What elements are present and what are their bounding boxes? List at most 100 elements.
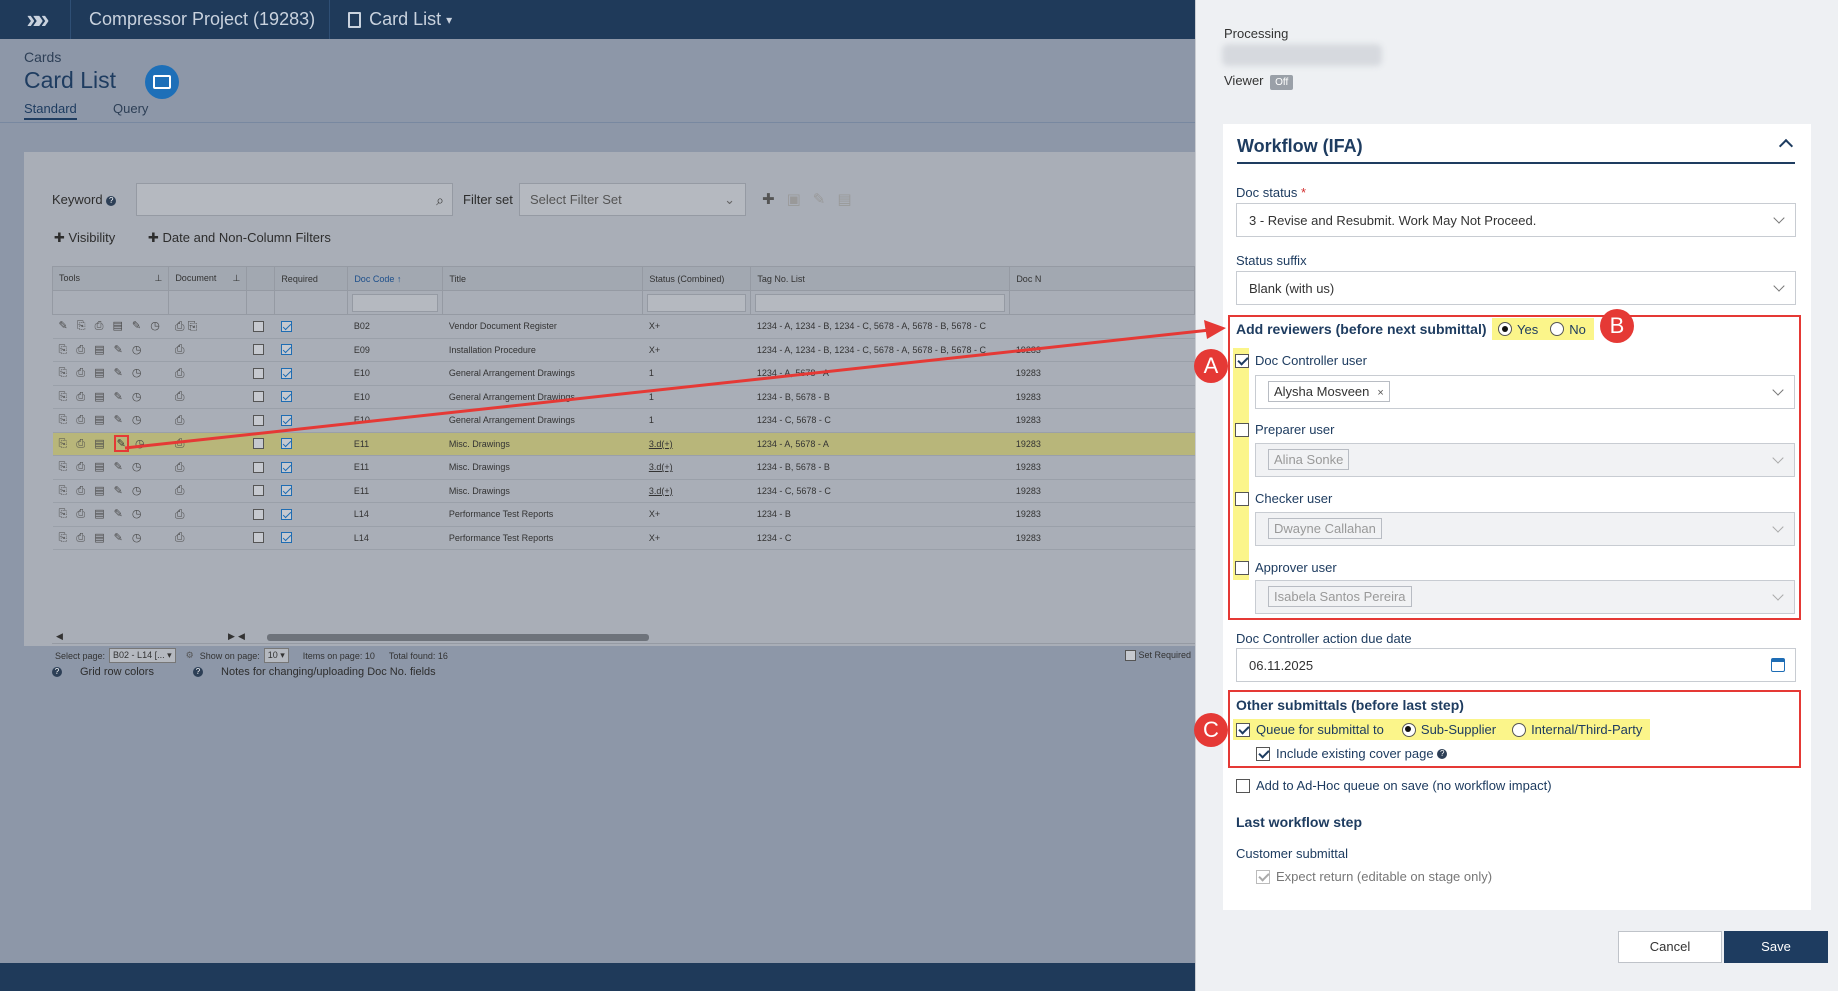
- row-select-checkbox[interactable]: [246, 385, 275, 409]
- row-required-checkbox[interactable]: [274, 385, 348, 409]
- sub-supplier-radio[interactable]: [1401, 722, 1416, 737]
- row-document-icon[interactable]: ⎙: [168, 502, 247, 527]
- row-required-checkbox[interactable]: [274, 408, 348, 433]
- calendar-icon[interactable]: [1771, 658, 1785, 672]
- row-tools[interactable]: ⎘ ⎙ ▤ ✎ ◷: [52, 361, 169, 386]
- col-status[interactable]: Status (Combined): [642, 266, 752, 291]
- add-icon[interactable]: ✚: [762, 191, 787, 208]
- breadcrumb-view[interactable]: Card List ▾: [329, 0, 466, 39]
- row-status[interactable]: 3.d(+): [642, 432, 751, 456]
- table-row[interactable]: ⎘ ⎙ ▤ ✎ ◷ ⎙ E09 Installation Procedure X+ 123…: [52, 338, 1195, 362]
- row-select-checkbox[interactable]: [246, 338, 275, 362]
- delete-icon[interactable]: ▤: [837, 191, 863, 208]
- row-select-checkbox[interactable]: [246, 455, 275, 480]
- row-select-checkbox[interactable]: [246, 502, 275, 527]
- due-date-input[interactable]: 06.11.2025: [1236, 648, 1796, 682]
- col-document[interactable]: Document ⊥: [168, 266, 248, 291]
- help-book-icon[interactable]: [145, 65, 179, 99]
- row-select-checkbox[interactable]: [246, 408, 275, 433]
- row-select-checkbox[interactable]: [246, 526, 275, 550]
- status-filter[interactable]: [647, 293, 747, 312]
- approver-checkbox[interactable]: Approver user: [1235, 560, 1337, 575]
- row-required-checkbox[interactable]: [274, 338, 348, 362]
- help-icon[interactable]: ?: [1437, 748, 1448, 759]
- edit-icon[interactable]: ✎: [813, 191, 838, 208]
- row-tools[interactable]: ✎ ⎘ ⎙ ▤ ✎ ◷: [52, 314, 169, 339]
- row-required-checkbox[interactable]: [274, 479, 348, 503]
- search-icon[interactable]: ⌕: [436, 192, 444, 209]
- row-tools[interactable]: ⎘ ⎙ ▤ ✎ ◷: [52, 479, 169, 503]
- doc-controller-checkbox[interactable]: Doc Controller user: [1235, 353, 1367, 368]
- row-tools[interactable]: ⎘ ⎙ ▤ ✎ ◷: [52, 338, 169, 362]
- breadcrumb-project[interactable]: Compressor Project (19283): [70, 0, 329, 39]
- table-row[interactable]: ⎘ ⎙ ▤ ✎ ◷ ⎙ E10 General Arrangement Drawing…: [52, 385, 1195, 409]
- row-select-checkbox[interactable]: [246, 361, 275, 386]
- viewer-toggle[interactable]: Viewer Off: [1224, 73, 1294, 90]
- set-required-toggle[interactable]: Set Required: [1124, 650, 1191, 662]
- doc-no-notes-link[interactable]: ? Notes for changing/uploading Doc No. fi…: [193, 666, 454, 678]
- row-select-checkbox[interactable]: [246, 479, 275, 503]
- settings-icon[interactable]: ⚙: [186, 650, 194, 661]
- status-suffix-select[interactable]: Blank (with us): [1236, 271, 1796, 305]
- row-document-icon[interactable]: ⎙: [168, 455, 247, 480]
- doc-code-filter[interactable]: [352, 293, 439, 312]
- row-required-checkbox[interactable]: [274, 502, 348, 527]
- horizontal-scrollbar[interactable]: ◀ ▶ ◀: [52, 631, 1195, 643]
- select-page-dropdown[interactable]: B02 - L14 [... ▾: [109, 648, 176, 663]
- row-tools[interactable]: ⎘ ⎙ ▤ ✎ ◷: [52, 502, 169, 527]
- cancel-button[interactable]: Cancel: [1618, 931, 1722, 963]
- row-document-icon[interactable]: ⎙: [168, 385, 247, 409]
- col-select[interactable]: [246, 266, 276, 291]
- scroll-thumb[interactable]: [267, 634, 649, 641]
- include-cover-checkbox[interactable]: Include existing cover page ?: [1256, 746, 1451, 761]
- col-title[interactable]: Title: [442, 266, 644, 291]
- row-select-checkbox[interactable]: [246, 432, 275, 456]
- row-document-icon[interactable]: ⎙: [168, 526, 247, 550]
- row-tools[interactable]: ⎘ ⎙ ▤ ✎ ◷: [52, 385, 169, 409]
- table-row[interactable]: ⎘ ⎙ ▤ ✎ ◷ ⎙ E11 Misc. Drawings 3.d(+) 1234 - …: [52, 479, 1195, 503]
- tab-query[interactable]: Query: [113, 101, 148, 116]
- reviewers-no-radio[interactable]: [1550, 322, 1565, 336]
- collapse-caret-icon[interactable]: [1778, 138, 1794, 154]
- row-required-checkbox[interactable]: [274, 361, 348, 386]
- save-button[interactable]: Save: [1724, 931, 1828, 963]
- row-required-checkbox[interactable]: [274, 526, 348, 550]
- edit-pencil-icon[interactable]: ✎: [113, 435, 129, 453]
- remove-chip-icon[interactable]: ×: [1377, 387, 1383, 399]
- doc-controller-select[interactable]: Alysha Mosveen ×: [1255, 375, 1795, 409]
- visibility-button[interactable]: ✚ Visibility: [54, 230, 115, 246]
- row-tools[interactable]: ⎘ ⎙ ▤ ✎ ◷: [52, 526, 169, 550]
- col-tools[interactable]: Tools ⊥: [51, 266, 170, 291]
- queue-submittal-checkbox[interactable]: [1236, 722, 1250, 737]
- adhoc-checkbox[interactable]: Add to Ad-Hoc queue on save (no workflow…: [1236, 778, 1552, 793]
- row-tools[interactable]: ⎘ ⎙ ▤ ✎ ◷: [52, 432, 169, 456]
- row-status[interactable]: 3.d(+): [642, 479, 751, 503]
- row-document-icon[interactable]: ⎙: [168, 338, 247, 362]
- keyword-input[interactable]: ⌕: [136, 183, 453, 216]
- tab-standard[interactable]: Standard: [24, 101, 77, 120]
- tag-filter[interactable]: [755, 293, 1006, 312]
- row-document-icon[interactable]: ⎙: [168, 408, 247, 433]
- table-row[interactable]: ⎘ ⎙ ▤ ✎ ◷ ⎙ E10 General Arrangement Drawing…: [52, 408, 1195, 433]
- row-status[interactable]: 3.d(+): [642, 455, 751, 480]
- row-tools[interactable]: ⎘ ⎙ ▤ ✎ ◷: [52, 408, 169, 433]
- row-select-checkbox[interactable]: [246, 314, 275, 339]
- viewer-state-badge[interactable]: Off: [1270, 75, 1294, 90]
- row-document-icon[interactable]: ⎙ ⎘: [168, 314, 247, 339]
- internal-radio[interactable]: [1512, 722, 1527, 737]
- row-required-checkbox[interactable]: [274, 455, 348, 480]
- row-document-icon[interactable]: ⎙: [168, 479, 247, 503]
- date-filters-button[interactable]: ✚ Date and Non-Column Filters: [148, 230, 331, 246]
- page-size-dropdown[interactable]: 10 ▾: [263, 648, 289, 663]
- preparer-checkbox[interactable]: Preparer user: [1235, 422, 1334, 437]
- grid-row-colors-link[interactable]: ? Grid row colors: [52, 666, 172, 678]
- table-row[interactable]: ⎘ ⎙ ▤ ✎ ◷ ⎙ E10 General Arrangement Drawing…: [52, 361, 1195, 386]
- row-tools[interactable]: ⎘ ⎙ ▤ ✎ ◷: [52, 455, 169, 480]
- checker-checkbox[interactable]: Checker user: [1235, 491, 1332, 506]
- app-logo-icon[interactable]: »»: [0, 0, 70, 39]
- table-row[interactable]: ✎ ⎘ ⎙ ▤ ✎ ◷ ⎙ ⎘ B02 Vendor Document Registe…: [52, 314, 1195, 339]
- filter-set-select[interactable]: Select Filter Set ⌄: [519, 183, 746, 216]
- col-required[interactable]: Required: [274, 266, 349, 291]
- table-row[interactable]: ⎘ ⎙ ▤ ✎ ◷ ⎙ L14 Performance Test Reports X+ 1…: [52, 502, 1195, 527]
- row-required-checkbox[interactable]: [274, 314, 348, 339]
